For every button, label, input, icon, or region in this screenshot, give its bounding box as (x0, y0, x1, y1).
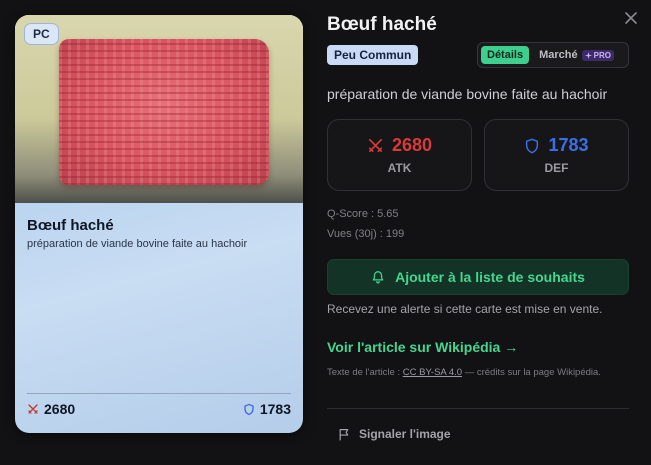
swords-icon (28, 404, 38, 414)
license-text: Texte de l'article : CC BY-SA 4.0 — créd… (327, 366, 617, 379)
shield-icon (526, 138, 539, 153)
flag-icon (339, 428, 349, 441)
license-prefix: Texte de l'article : (327, 367, 403, 378)
tab-market[interactable]: Marché PRO (533, 46, 620, 64)
wishlist-help-text: Recevez une alerte si cette carte est mi… (327, 302, 603, 316)
platform-badge: PC (24, 23, 59, 45)
atk-value: 2680 (391, 135, 433, 155)
shield-icon (244, 403, 254, 415)
section-divider (327, 408, 629, 409)
view-toggle: Détails Marché PRO (477, 42, 629, 68)
swords-icon (368, 138, 382, 153)
card-divider (27, 393, 291, 394)
wikipedia-link[interactable]: Voir l'article sur Wikipédia → (327, 339, 518, 355)
q-score: Q-Score : 5.65 (327, 208, 399, 220)
card-image: PC (15, 15, 303, 203)
def-stat-box: 1783 DEF (484, 119, 629, 191)
card-def-stat: 1783 (243, 401, 291, 417)
item-title: Bœuf haché (327, 14, 437, 35)
card-atk-stat: 2680 (27, 401, 75, 417)
bell-icon (372, 271, 384, 284)
def-label: DEF (544, 161, 569, 175)
rarity-badge: Peu Commun (327, 45, 419, 65)
license-link[interactable]: CC BY-SA 4.0 (403, 367, 462, 378)
pro-badge: PRO (581, 49, 614, 61)
ground-beef-image (59, 39, 269, 185)
close-button[interactable] (623, 10, 639, 26)
card-title: Bœuf haché (27, 217, 114, 234)
views-count: Vues (30j) : 199 (327, 228, 405, 240)
add-to-wishlist-button[interactable]: Ajouter à la liste de souhaits (327, 259, 629, 295)
card-def-value: 1783 (259, 401, 291, 417)
card-atk-value: 2680 (44, 401, 76, 417)
def-value: 1783 (548, 135, 589, 155)
item-card: PC Bœuf haché préparation de viande bovi… (15, 15, 303, 433)
wishlist-button-label: Ajouter à la liste de souhaits (395, 269, 585, 285)
tab-market-label: Marché (539, 49, 578, 61)
card-description: préparation de viande bovine faite au ha… (27, 238, 248, 250)
atk-stat-box: 2680 ATK (327, 119, 472, 191)
tab-details[interactable]: Détails (481, 46, 530, 64)
close-icon (625, 12, 637, 24)
pro-label: PRO (593, 50, 611, 60)
item-description: préparation de viande bovine faite au ha… (327, 86, 608, 102)
report-image-button[interactable]: Signaler l'image (338, 427, 451, 441)
license-suffix: — crédits sur la page Wikipédia. (462, 367, 601, 378)
sparkle-icon (584, 51, 592, 59)
report-label: Signaler l'image (359, 427, 451, 441)
atk-label: ATK (387, 161, 412, 175)
